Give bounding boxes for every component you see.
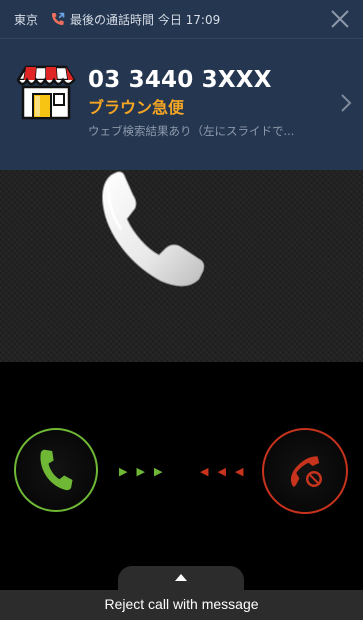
- reject-with-message-label: Reject call with message: [104, 596, 259, 612]
- last-call-time: 最後の通話時間 今日 17:09: [70, 12, 221, 27]
- chevron-up-icon: [175, 574, 187, 581]
- reject-message-tab[interactable]: [118, 566, 244, 592]
- caller-number: 03 3440 3XXX: [88, 67, 272, 93]
- handset-icon: [102, 171, 205, 287]
- web-search-hint: ウェブ検索結果あり（左にスライドで...: [88, 124, 295, 138]
- reject-with-message-bar[interactable]: Reject call with message: [0, 590, 363, 620]
- divider: [0, 38, 363, 39]
- answer-slide-arrows: ▶ ▶ ▶: [119, 465, 163, 478]
- caller-banner: 東京 最後の通話時間 今日 17:09 03 3440 3XXX ブラウン急便 …: [0, 0, 363, 170]
- reject-button[interactable]: [262, 428, 348, 514]
- chevron-right-icon[interactable]: [339, 92, 353, 114]
- reject-phone-icon: [290, 456, 322, 488]
- close-icon[interactable]: [329, 8, 351, 30]
- shop-icon: [16, 65, 76, 120]
- caller-name: ブラウン急便: [88, 98, 185, 117]
- phone-call-icon: [52, 12, 65, 25]
- location-label: 東京: [14, 12, 39, 27]
- answer-phone-icon: [40, 449, 73, 491]
- answer-button[interactable]: [14, 428, 98, 512]
- reject-slide-arrows: ◀ ◀ ◀: [200, 465, 244, 478]
- status-row: 東京 最後の通話時間 今日 17:09: [0, 0, 363, 38]
